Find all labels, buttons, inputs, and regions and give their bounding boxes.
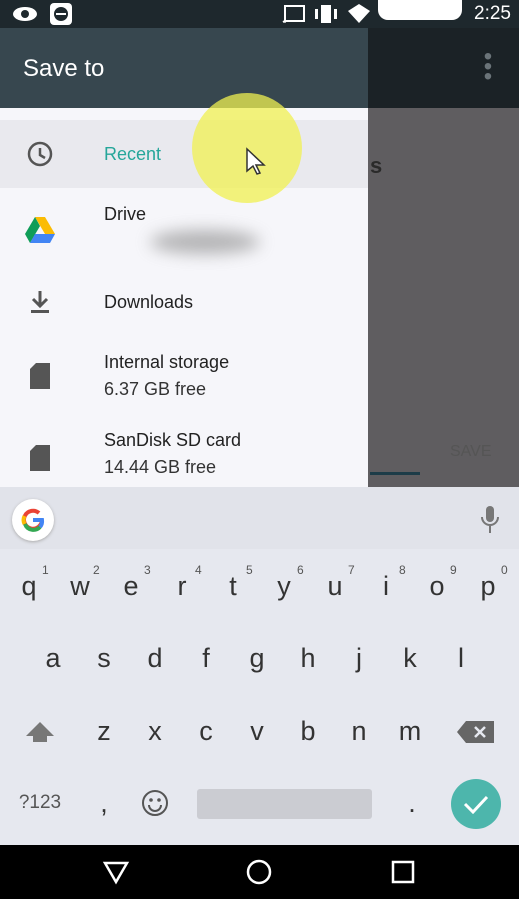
background-text: s xyxy=(370,153,383,178)
sd-card-icon xyxy=(24,360,56,392)
status-bar: 2:25 xyxy=(0,0,519,28)
drawer-item-subtitle: 14.44 GB free xyxy=(104,457,217,477)
key-a[interactable]: a xyxy=(28,643,78,674)
vibrate-icon xyxy=(315,5,337,23)
key-g[interactable]: g xyxy=(232,643,282,674)
eye-icon xyxy=(13,7,37,21)
emoji-key[interactable] xyxy=(140,788,170,818)
key-z[interactable]: z xyxy=(79,716,129,747)
blurred-account xyxy=(150,230,260,254)
shift-key[interactable] xyxy=(16,719,64,749)
google-drive-icon xyxy=(24,214,56,246)
clock: 2:25 xyxy=(474,3,511,24)
key-n[interactable]: n xyxy=(334,716,384,747)
mouse-cursor-icon xyxy=(246,147,266,175)
done-key[interactable] xyxy=(451,779,501,829)
clock-icon xyxy=(24,138,56,170)
backspace-icon xyxy=(457,721,494,743)
notification-icons xyxy=(378,0,462,20)
check-icon xyxy=(463,795,489,814)
page-title: Save to xyxy=(23,55,105,82)
drawer-item-label: Drive xyxy=(104,204,147,224)
background-underline xyxy=(370,472,420,475)
key-c[interactable]: c xyxy=(181,716,231,747)
navigation-bar xyxy=(0,845,519,899)
drawer-item-internal-storage[interactable]: Internal storage 6.37 GB free xyxy=(0,338,368,416)
key-hint-number: 5 xyxy=(246,563,253,577)
drawer-item-downloads[interactable]: Downloads xyxy=(0,268,368,338)
symbols-key[interactable]: ?123 xyxy=(12,792,68,814)
drawer-item-sd-card[interactable]: SanDisk SD card 14.44 GB free xyxy=(0,416,368,487)
drawer-item-label: Recent xyxy=(104,144,162,164)
key-hint-number: 6 xyxy=(297,563,304,577)
sd-card-icon xyxy=(24,442,56,474)
comma-key[interactable]: , xyxy=(79,788,129,819)
background-save-button: SAVE xyxy=(450,443,492,460)
more-vert-icon[interactable]: • • • xyxy=(478,45,498,89)
back-icon[interactable] xyxy=(102,859,130,885)
google-search-button[interactable] xyxy=(12,499,54,541)
home-icon[interactable] xyxy=(245,858,273,886)
key-f[interactable]: f xyxy=(181,643,231,674)
key-j[interactable]: j xyxy=(334,643,384,674)
key-h[interactable]: h xyxy=(283,643,333,674)
key-hint-number: 1 xyxy=(42,563,49,577)
key-hint-number: 9 xyxy=(450,563,457,577)
backspace-key[interactable] xyxy=(456,719,500,747)
key-hint-number: 3 xyxy=(144,563,151,577)
drawer-item-drive[interactable]: Drive xyxy=(0,188,368,268)
drawer-item-label: SanDisk SD card xyxy=(104,430,242,450)
key-b[interactable]: b xyxy=(283,716,333,747)
key-x[interactable]: x xyxy=(130,716,180,747)
microphone-icon[interactable] xyxy=(480,505,500,535)
drawer-item-recent[interactable]: Recent xyxy=(0,120,368,188)
google-g-icon xyxy=(21,508,45,532)
key-hint-number: 2 xyxy=(93,563,100,577)
drawer-item-subtitle: 6.37 GB free xyxy=(104,379,207,399)
key-hint-number: 0 xyxy=(501,563,508,577)
key-hint-number: 7 xyxy=(348,563,355,577)
roots-drawer: Recent Drive Downloads Internal storage … xyxy=(0,108,368,487)
cast-icon xyxy=(282,5,305,23)
key-s[interactable]: s xyxy=(79,643,129,674)
key-m[interactable]: m xyxy=(385,716,435,747)
drawer-item-label: Downloads xyxy=(104,292,194,312)
key-l[interactable]: l xyxy=(436,643,486,674)
wifi-icon xyxy=(348,4,370,23)
shift-icon xyxy=(26,722,54,742)
space-key[interactable] xyxy=(197,789,372,819)
key-v[interactable]: v xyxy=(232,716,282,747)
suggestion-strip xyxy=(0,487,519,549)
key-hint-number: 8 xyxy=(399,563,406,577)
key-k[interactable]: k xyxy=(385,643,435,674)
teamviewer-icon xyxy=(50,3,72,25)
emoji-icon xyxy=(142,790,168,816)
download-icon xyxy=(24,286,56,318)
drawer-item-label: Internal storage xyxy=(104,352,230,372)
key-hint-number: 4 xyxy=(195,563,202,577)
key-d[interactable]: d xyxy=(130,643,180,674)
recents-icon[interactable] xyxy=(391,860,415,884)
period-key[interactable]: . xyxy=(387,788,437,819)
